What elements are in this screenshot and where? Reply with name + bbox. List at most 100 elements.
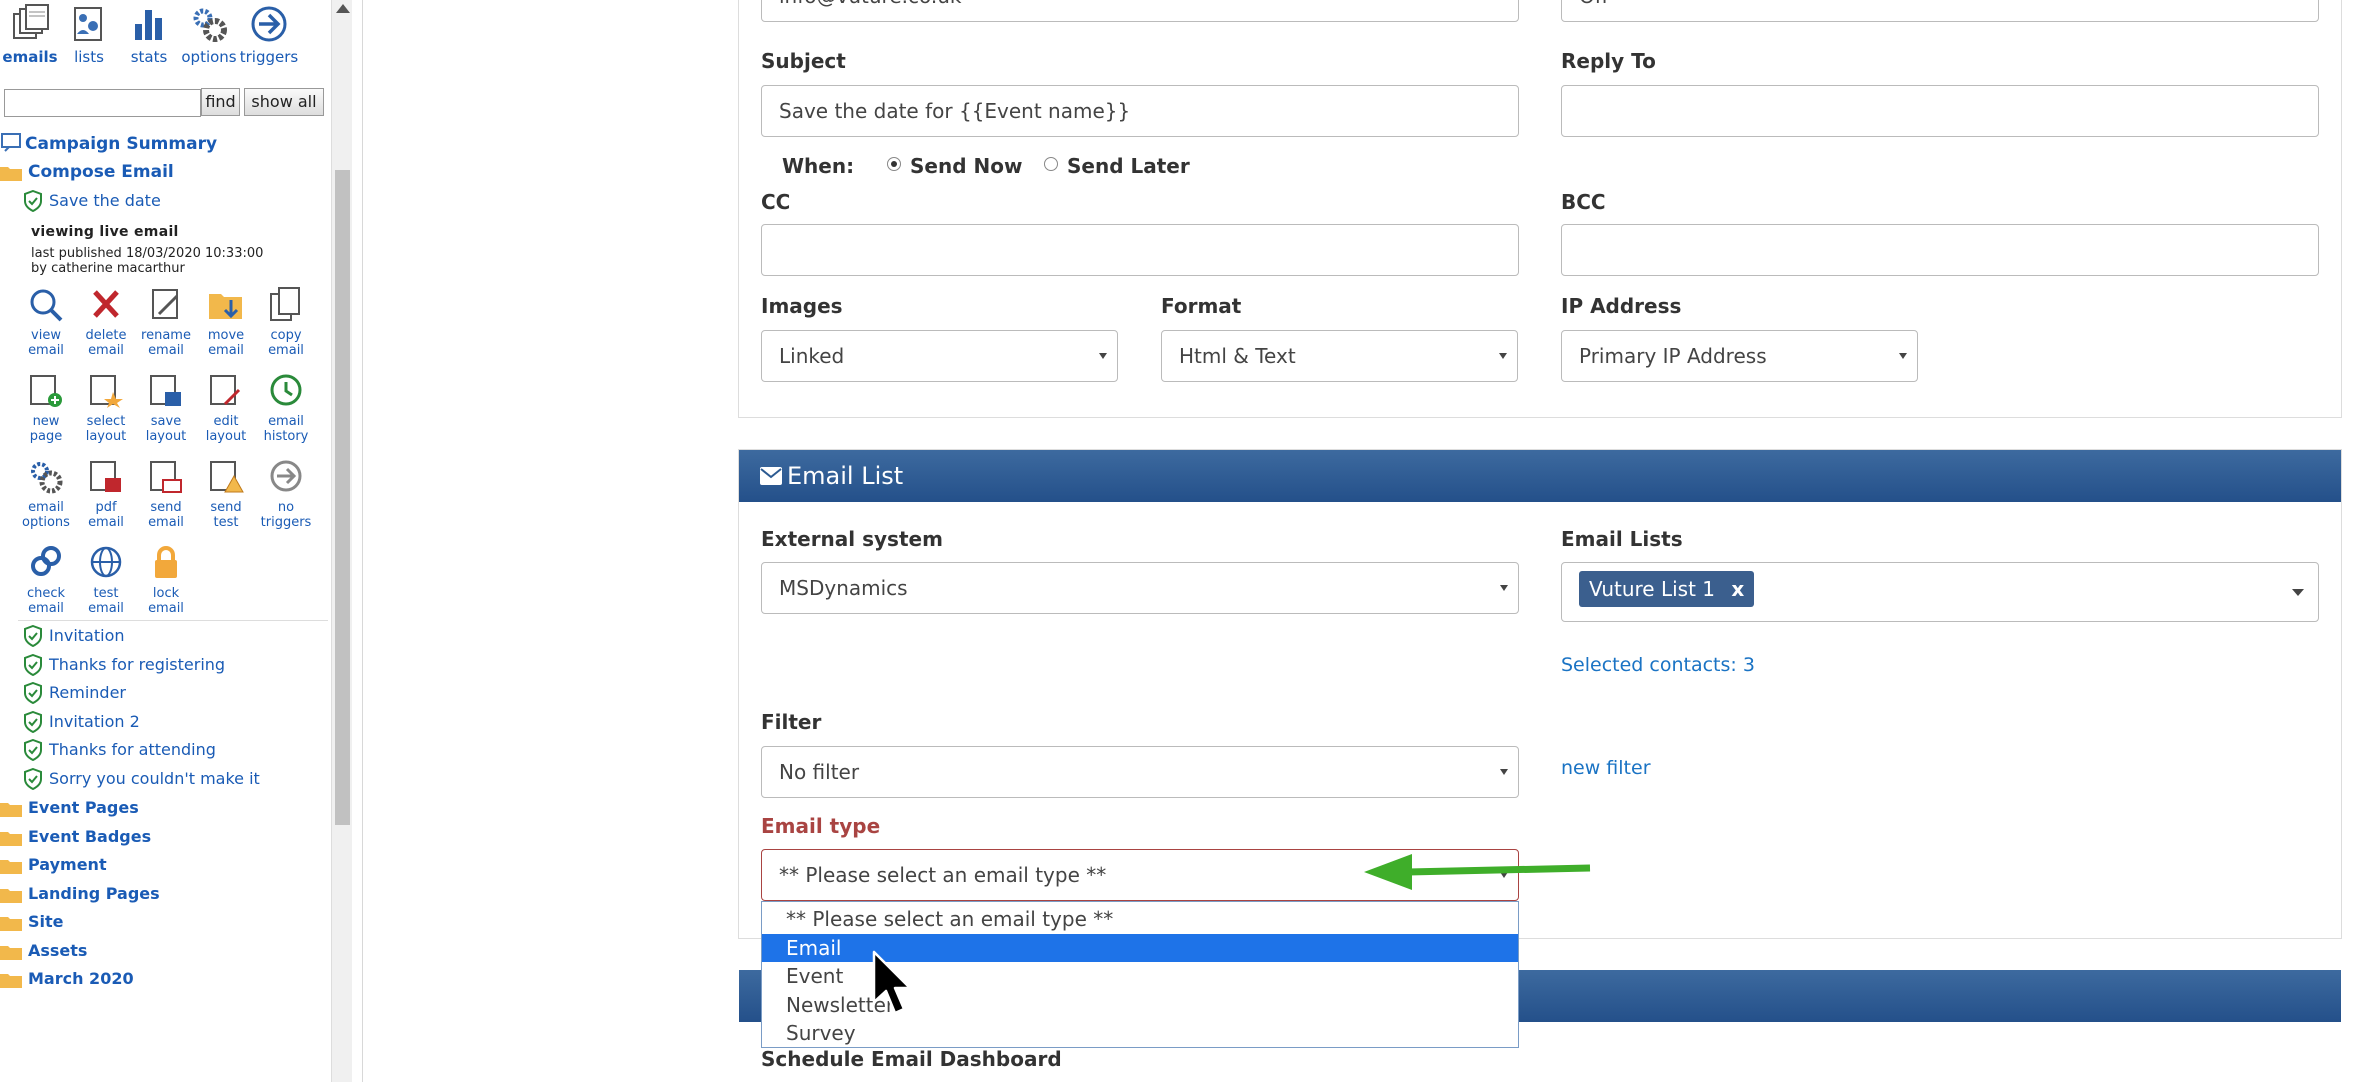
scroll-up-arrow-icon[interactable] [336,4,350,13]
action-test-email[interactable]: test email [76,544,136,616]
folder-open-icon [0,167,22,181]
toolbar-emails-label: emails [2,48,58,66]
email-item[interactable]: Invitation 2 [49,712,140,731]
shield-check-icon [24,190,42,212]
sidebar-search-input[interactable] [4,89,201,117]
sidebar-scrollbar[interactable] [331,0,353,1082]
send-test-icon [210,461,244,493]
action-view-email[interactable]: view email [16,286,76,358]
action-label-line1: view [31,328,61,343]
action-rename-email[interactable]: rename email [136,286,196,358]
toolbar-options[interactable]: options [179,4,239,66]
scrollbar-thumb[interactable] [335,170,350,825]
pdf-email-icon [90,461,121,492]
toolbar-stats[interactable]: stats [119,4,179,66]
email-item[interactable]: Invitation [49,626,125,645]
action-no-triggers[interactable]: no triggers [256,458,316,530]
viewing-status: viewing live email [31,224,179,240]
action-lock-email[interactable]: lock email [136,544,196,616]
action-move-email[interactable]: move email [196,286,256,358]
images-select[interactable]: Linked [761,330,1118,382]
chevron-down-icon [1499,353,1507,359]
selected-contacts-link[interactable]: Selected contacts: 3 [1561,654,1755,676]
compose-email-folder[interactable]: Compose Email [28,162,174,182]
shield-check-icon [24,682,42,704]
action-label-line2: email [28,343,64,358]
ip-address-label: IP Address [1561,294,1682,318]
send-later-radio[interactable] [1044,157,1058,171]
bcc-input[interactable] [1561,224,2319,276]
action-label-line2: history [263,429,309,444]
send-now-radio[interactable] [887,157,901,171]
folder-icon [0,860,22,874]
action-delete-email[interactable]: delete email [76,286,136,358]
campaign-summary-link[interactable]: Campaign Summary [25,134,217,154]
action-send-email[interactable]: send email [136,458,196,530]
lists-icon [74,7,102,41]
from-select[interactable]: info@vuture.co.uk [761,0,1519,22]
toolbar-lists[interactable]: lists [59,4,119,66]
toolbar-triggers[interactable]: triggers [239,4,299,66]
action-check-email[interactable]: check email [16,544,76,616]
email-item[interactable]: Sorry you couldn't make it [49,769,260,788]
filter-select[interactable]: No filter [761,746,1519,798]
email-item[interactable]: Thanks for registering [49,655,225,674]
current-email-link[interactable]: Save the date [49,191,161,210]
reply-to-input[interactable] [1561,85,2319,137]
from-value: info@vuture.co.uk [779,0,961,8]
email-options-icon [31,462,63,494]
folder-icon [0,803,22,817]
new-page-icon [30,375,62,407]
email-type-option[interactable]: Survey [762,1019,1518,1047]
folder-item[interactable]: Event Badges [28,827,151,846]
folder-item[interactable]: Event Pages [28,798,139,817]
find-button[interactable]: find [201,88,240,116]
toolbar-emails[interactable]: emails [0,4,60,66]
action-select-layout[interactable]: select layout [76,372,136,444]
reply-to-label: Reply To [1561,49,1656,73]
ip-address-value: Primary IP Address [1579,344,1767,368]
email-item[interactable]: Reminder [49,683,126,702]
folder-item[interactable]: March 2020 [28,969,134,988]
stats-icon [135,10,162,40]
external-system-select[interactable]: MSDynamics [761,562,1519,614]
action-label-line2: triggers [260,515,312,530]
action-label-line1: test [93,586,119,601]
when-label: When: [782,154,855,178]
action-email-options[interactable]: email options [16,458,76,530]
save-layout-icon [150,375,181,406]
email-item[interactable]: Thanks for attending [49,740,216,759]
folder-item[interactable]: Landing Pages [28,884,160,903]
action-edit-layout[interactable]: edit layout [196,372,256,444]
action-save-layout[interactable]: save layout [136,372,196,444]
action-copy-email[interactable]: copy email [256,286,316,358]
email-type-option[interactable]: ** Please select an email type ** [762,905,1518,933]
remove-tag-icon[interactable]: x [1731,577,1744,601]
selected-list-tag: Vuture List 1 x [1579,571,1755,607]
new-filter-link[interactable]: new filter [1561,757,1651,779]
envelope-icon [760,467,782,485]
ip-address-select[interactable]: Primary IP Address [1561,330,1918,382]
test-email-icon [90,546,122,578]
format-select[interactable]: Html & Text [1161,330,1518,382]
show-all-button[interactable]: show all [244,88,324,116]
action-pdf-email[interactable]: pdf email [76,458,136,530]
sidebar-divider-pane [352,0,363,1082]
subject-input[interactable]: Save the date for {{Event name}} [761,85,1519,137]
folder-item[interactable]: Payment [28,855,107,874]
send-later-label[interactable]: Send Later [1067,154,1190,178]
action-label-line1: check [26,586,66,601]
action-label-line1: delete [85,328,127,343]
action-send-test[interactable]: send test [196,458,256,530]
format-label: Format [1161,294,1242,318]
toolbar-lists-label: lists [74,48,104,66]
folder-item[interactable]: Assets [28,941,87,960]
cc-input[interactable] [761,224,1519,276]
action-label-line2: layout [205,429,247,444]
send-now-label[interactable]: Send Now [910,154,1022,178]
folder-item[interactable]: Site [28,912,64,931]
action-new-page[interactable]: new page [16,372,76,444]
tracking-select[interactable]: Off [1561,0,2319,22]
action-email-history[interactable]: email history [256,372,316,444]
bcc-label: BCC [1561,190,1606,214]
